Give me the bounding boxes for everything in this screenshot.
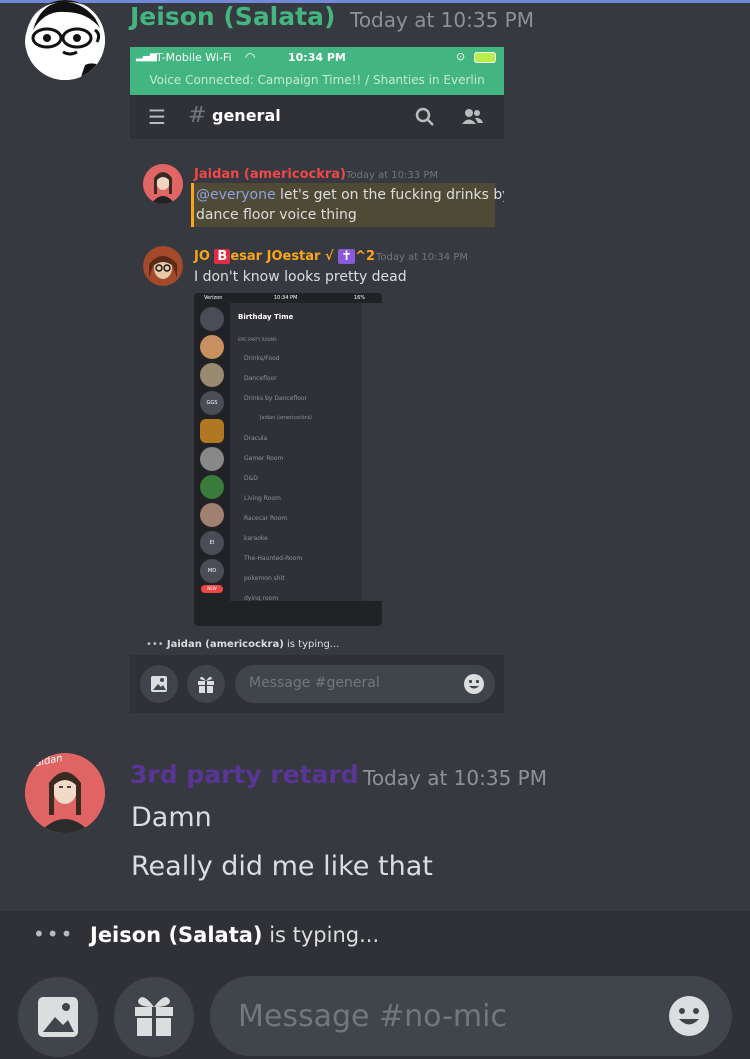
message-timestamp: Today at 10:35 PM (363, 766, 547, 790)
message-input[interactable]: Message #general (235, 665, 495, 703)
message-text-line2: dance floor voice thing (196, 207, 357, 223)
signal-icon: ▂▄▆ (136, 52, 157, 62)
message-author[interactable]: JO Besar JOestar √ ✝ ^2 (194, 249, 375, 264)
server-icon[interactable] (200, 363, 224, 387)
message-author[interactable]: 3rd party retard (130, 760, 359, 789)
server-icon[interactable]: EI (200, 531, 224, 555)
phone-status: Verizon 10:34 PM 16% (194, 293, 382, 303)
message-line: Really did me like that (131, 851, 433, 882)
message-jeison: Jeison (Salata) Today at 10:35 PM ▂▄▆ T-… (0, 0, 750, 720)
chat-preview-edge (362, 303, 382, 601)
phone-status-bar: ▂▄▆ T-Mobile Wi-Fi ◠ 10:34 PM ⊙ Voice Co… (130, 47, 504, 95)
joestar-avatar[interactable] (143, 246, 183, 286)
voice-channel[interactable]: pokemon shit (244, 575, 285, 582)
lock-rotation-icon: ⊙ (456, 50, 466, 63)
typing-dots-icon: ••• (146, 639, 164, 650)
server-icon[interactable]: GGS (200, 391, 224, 415)
avatar-drawing (143, 246, 183, 286)
gift-button[interactable] (114, 977, 194, 1057)
voice-channel[interactable]: D&D (244, 475, 258, 482)
new-badge: NEW (201, 585, 223, 593)
hash-icon: # (188, 103, 207, 128)
members-icon[interactable] (460, 107, 484, 127)
voice-channel[interactable]: Dancefloor (244, 375, 277, 382)
hamburger-icon[interactable]: ☰ (148, 105, 166, 129)
phone-bottom-nav (194, 601, 382, 626)
voice-channel[interactable]: The-Haunted-Room (244, 555, 302, 562)
voice-channel[interactable]: Drinks/Food (244, 355, 280, 362)
voice-connected-banner[interactable]: Voice Connected: Campaign Time!! / Shant… (130, 73, 504, 87)
gift-icon (135, 997, 173, 1036)
status-clock: 10:34 PM (288, 51, 346, 64)
search-icon[interactable] (415, 107, 435, 127)
b-emoji-badge: B (214, 249, 231, 264)
avatar-drawing: Jaidan (25, 753, 105, 833)
nested-phone-screenshot[interactable]: Verizon 10:34 PM 16% GGS EI MD NEW Birth… (194, 293, 382, 626)
typing-indicator: ••• Jeison (Salata) is typing... (0, 911, 750, 959)
cross-emoji-badge: ✝ (338, 249, 356, 264)
battery-icon (474, 52, 496, 63)
voice-channel[interactable]: Living Room (244, 495, 281, 502)
everyone-mention[interactable]: @everyone (196, 187, 276, 203)
voice-channel[interactable]: Racecar Room (244, 515, 287, 522)
status-carrier: T-Mobile Wi-Fi (156, 51, 232, 64)
voice-channel[interactable]: karaoke (244, 535, 268, 542)
message-line: Damn (131, 802, 212, 833)
message-input[interactable]: Message #no-mic (210, 976, 732, 1056)
emoji-icon[interactable] (668, 995, 710, 1037)
voice-channel[interactable]: Gamer Room (244, 455, 283, 462)
channel-header: ☰ # general (130, 95, 504, 139)
emoji-icon[interactable] (463, 673, 485, 695)
typing-user: Jeison (Salata) (90, 923, 263, 947)
voice-user: Jaidan (americockra) (260, 415, 312, 421)
voice-channel[interactable]: Dracula (244, 435, 267, 442)
avatar[interactable] (25, 0, 105, 80)
message-text: I don't know looks pretty dead (194, 269, 407, 285)
message-timestamp: Today at 10:33 PM (346, 170, 438, 181)
category-label: EPIC PARTY ROOMS (238, 337, 277, 342)
wifi-icon: ◠ (245, 50, 256, 64)
server-name: Birthday Time (238, 313, 294, 321)
image-button[interactable] (140, 665, 178, 703)
jaidan-avatar[interactable] (143, 164, 183, 204)
image-icon (38, 997, 78, 1037)
server-icon[interactable] (200, 335, 224, 359)
dm-icon[interactable] (200, 307, 224, 331)
typing-indicator: ••• Jaidan (americockra) is typing... (146, 639, 340, 650)
image-icon (151, 676, 167, 692)
message-3rd-party: Jaidan 3rd party retard Today at 10:35 P… (0, 740, 750, 910)
server-icon[interactable] (200, 447, 224, 471)
input-placeholder: Message #general (249, 675, 380, 691)
image-button[interactable] (18, 977, 98, 1057)
message-timestamp: Today at 10:35 PM (350, 8, 534, 32)
channel-name: general (212, 106, 281, 125)
server-icon[interactable] (200, 419, 224, 443)
message-text: @everyone let's get on the fucking drink… (196, 187, 504, 203)
channel-list: Birthday Time EPIC PARTY ROOMS Drinks/Fo… (230, 303, 362, 602)
input-placeholder: Message #no-mic (238, 999, 507, 1034)
avatar-drawing (143, 164, 183, 204)
server-icon[interactable]: MD (200, 559, 224, 583)
message-author[interactable]: Jeison (Salata) (130, 2, 335, 31)
typing-dots-icon: ••• (33, 922, 75, 946)
server-icon[interactable] (200, 475, 224, 499)
gift-icon (198, 676, 214, 693)
voice-channel[interactable]: Drinks by Dancefloor (244, 395, 307, 402)
server-icon[interactable] (200, 503, 224, 527)
message-timestamp: Today at 10:34 PM (376, 252, 468, 263)
message-author[interactable]: Jaidan (americockra) (194, 167, 346, 182)
attached-screenshot[interactable]: ▂▄▆ T-Mobile Wi-Fi ◠ 10:34 PM ⊙ Voice Co… (130, 47, 504, 713)
avatar[interactable]: Jaidan (25, 753, 105, 833)
avatar-drawing (25, 0, 105, 80)
gift-button[interactable] (187, 665, 225, 703)
server-rail: GGS EI MD NEW (194, 303, 230, 601)
